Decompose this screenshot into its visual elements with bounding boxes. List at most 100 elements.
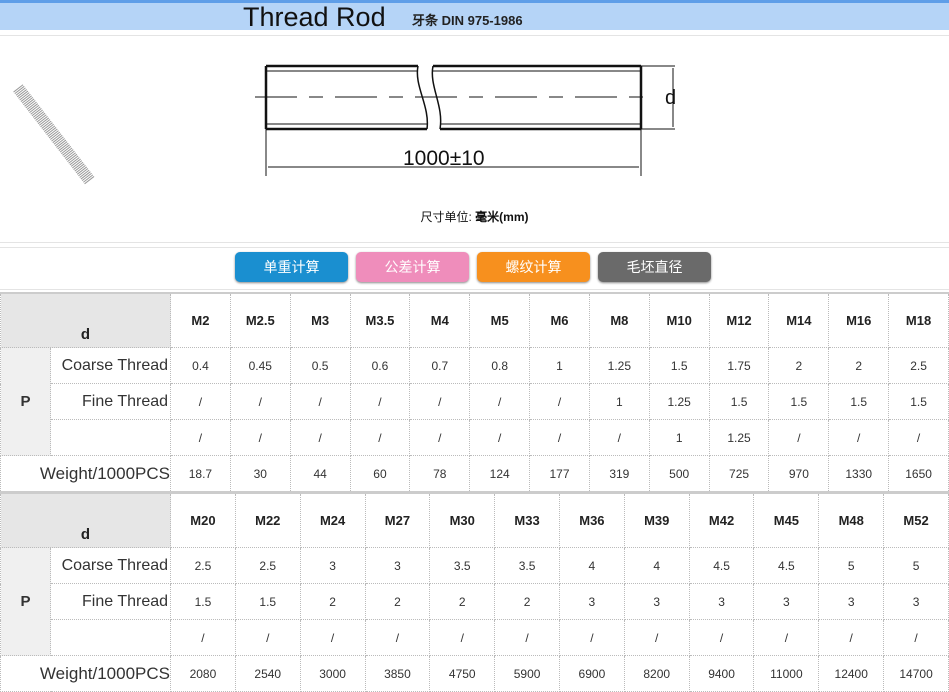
size-header: M33 [494,492,560,548]
table-cell: 2.5 [170,547,236,584]
table-cell: 12400 [818,655,885,692]
table-cell: / [349,419,411,456]
table-cell: / [753,619,820,656]
table-cell: / [529,383,590,420]
table-cell: 1.5 [888,383,949,420]
size-header: M2.5 [229,292,291,348]
weight-row: Weight/1000PCS 2080 2540 3000 3850 4750 5900 69… [0,655,949,692]
table-cell: 4 [623,547,690,584]
table-cell: 11000 [753,655,820,692]
page-subtitle: 牙条 DIN 975-1986 [412,13,523,28]
table-cell: 3 [623,583,690,620]
table-cell: / [299,619,366,656]
table-cell: 4 [558,547,625,584]
pitch-label: P [0,347,51,456]
size-header: M18 [888,292,949,348]
table-cell: / [469,419,531,456]
table-cell: 3 [818,583,885,620]
table-cell: 500 [648,455,710,493]
size-header: M3.5 [349,292,411,348]
table-cell: / [588,419,650,456]
size-header: M16 [828,292,890,348]
size-header: M22 [234,492,301,548]
table-cell: 3 [299,547,366,584]
calculator-buttons: 单重计算 公差计算 螺纹计算 毛坯直径 [0,247,949,290]
table-cell: 1650 [888,455,949,493]
row-label: Fine Thread [49,383,172,420]
table-cell: 8200 [623,655,690,692]
table-cell: / [768,419,830,456]
size-header: M30 [429,492,496,548]
table-cell: / [558,619,625,656]
size-header: M39 [623,492,690,548]
row-label [49,619,172,656]
diameter-header: d [0,292,172,348]
size-header: M2 [170,292,231,348]
table-cell: 0.7 [409,347,471,384]
table-cell: 5900 [494,655,560,692]
table-cell: / [349,383,411,420]
table-cell: / [828,419,890,456]
table-cell: / [229,383,291,420]
size-header: M10 [648,292,710,348]
table-cell: 1.5 [234,583,301,620]
table-cell: 2 [364,583,431,620]
weight-row: Weight/1000PCS 18.7 30 44 60 78 124 177 319 500 72… [0,455,949,493]
unit-value: 毫米(mm) [475,210,529,224]
blank-diameter-button[interactable]: 毛坯直径 [598,252,711,282]
table-cell: 2080 [170,655,236,692]
table-cell: / [289,383,351,420]
table-cell: 0.6 [349,347,411,384]
table-cell: 2 [494,583,560,620]
size-header: M42 [688,492,755,548]
weight-label: Weight/1000PCS [0,655,172,692]
size-header: M8 [588,292,650,348]
table-cell: / [409,383,471,420]
table-cell: 970 [768,455,830,493]
coarse-thread-row: P Coarse Thread 2.5 2.5 3 3 3.5 3.5 4 4 4.5 4.5 5 5 [0,547,949,656]
table-cell: / [170,619,236,656]
table-cell: 2 [429,583,496,620]
row-label [49,419,172,456]
table-cell: / [234,619,301,656]
table-cell: 3 [558,583,625,620]
table-cell: / [289,419,351,456]
table-cell: 3 [883,583,949,620]
table-cell: 124 [469,455,531,493]
table-cell: 1.5 [648,347,710,384]
table-cell: 44 [289,455,351,493]
unit-note: 尺寸单位: 毫米(mm) [0,208,949,225]
table-cell: 1 [529,347,590,384]
table-cell: 1.25 [648,383,710,420]
coarse-thread-row: P Coarse Thread 0.4 0.45 0.5 0.6 0.7 0.8 1 1.25 1.… [0,347,949,456]
table-cell: 78 [409,455,471,493]
table-cell: 2.5 [888,347,949,384]
table-cell: 1.75 [708,347,770,384]
table-cell: 2540 [234,655,301,692]
table-cell: 1.5 [708,383,770,420]
size-header: M24 [299,492,366,548]
spec-table-1: d M2 M2.5 M3 M3.5 M4 M5 M6 M8 M10 M12 M14 M16 M18 P Coa… [0,292,949,493]
table-cell: 3850 [364,655,431,692]
size-header: M5 [469,292,531,348]
weight-calc-button[interactable]: 单重计算 [235,252,348,282]
table-cell: 3.5 [429,547,496,584]
table-cell: 1 [588,383,650,420]
table-cell: 177 [529,455,590,493]
size-header: M3 [289,292,351,348]
page-title: Thread Rod [243,2,386,32]
size-header: M48 [818,492,885,548]
diameter-label: d [665,87,676,109]
thread-calc-button[interactable]: 螺纹计算 [477,252,590,282]
table-cell: 1.5 [170,583,236,620]
size-header: M14 [768,292,830,348]
table-cell: / [409,419,471,456]
rod-photo [13,84,95,185]
fine-thread-2-row: / / / / / / / / / / / / [1,619,949,656]
size-header: M4 [409,292,471,348]
length-label: 1000±10 [403,147,485,170]
tolerance-calc-button[interactable]: 公差计算 [356,252,469,282]
table-cell: 30 [229,455,291,493]
table-cell: 1.5 [768,383,830,420]
spec-table-2: d M20 M22 M24 M27 M30 M33 M36 M39 M42 M45 M48 M52 P Co… [0,492,949,692]
